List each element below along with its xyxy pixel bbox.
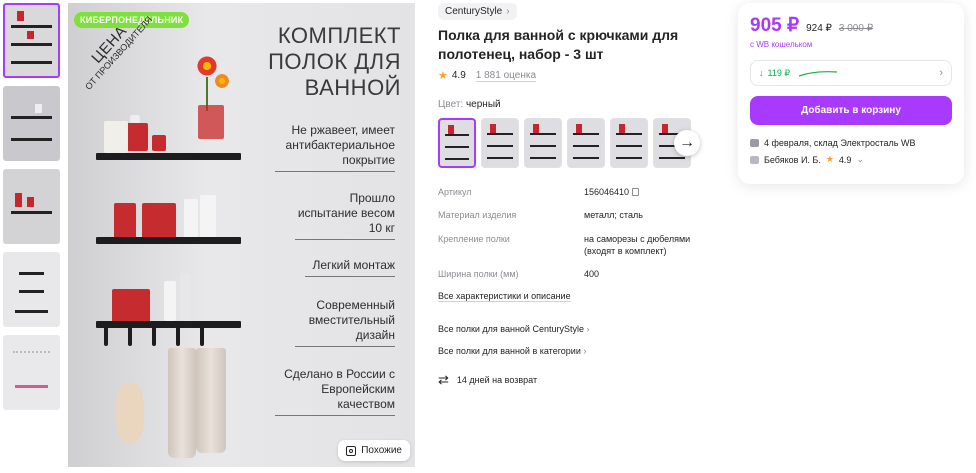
flower-icon [214,73,230,89]
seller-icon [750,155,759,164]
delivery-icon [750,139,759,147]
shelf-2 [96,237,241,244]
category-link[interactable]: Все полки для ванной в категории › [438,346,728,356]
thumbnail-4[interactable] [3,252,60,327]
chevron-right-icon: › [583,346,587,356]
rating-row: ★ 4.9 1 881 оценка [438,69,537,82]
thumbnail-1[interactable] [3,3,60,78]
spec-row: Материал изделия металл; сталь [438,210,643,220]
reviews-link[interactable]: 1 881 оценка [475,70,537,82]
main-product-image[interactable]: КИБЕРПОНЕДЕЛЬНИК ЦЕНА ОТ ПРОИЗВОДИТЕЛЯ К… [68,3,415,467]
chevron-right-icon: › [939,67,943,79]
star-icon: ★ [825,154,834,164]
variant-2[interactable] [481,118,519,168]
current-price: 905 ₽ [750,15,800,36]
feature-4: Современный вместительный дизайн [295,298,395,347]
seller-info[interactable]: Бебяков И. Б. ★ 4.9 ⌄ [750,154,952,165]
returns-info[interactable]: ⇄ 14 дней на возврат [438,372,728,388]
variants-next-button[interactable]: → [674,130,700,156]
chevron-down-icon: ⌄ [856,154,864,164]
variant-4[interactable] [567,118,605,168]
wallet-note: с WB кошельком [750,40,813,49]
feature-1: Не ржавеет, имеет антибактериальное покр… [275,123,395,172]
search-similar-icon [346,445,357,456]
shelf-1 [96,153,241,160]
variant-1[interactable] [438,118,476,168]
chevron-right-icon: › [506,6,510,17]
spec-row: Крепление полки на саморезы с дюбелями (… [438,234,691,256]
variant-3[interactable] [524,118,562,168]
cashback-banner[interactable]: ↓ 119 ₽ › [750,60,952,86]
star-icon: ★ [438,70,448,82]
variant-5[interactable] [610,118,648,168]
feature-3: Легкий монтаж [305,258,395,277]
shelf-3 [96,321,241,328]
chevron-right-icon: › [586,324,590,334]
return-icon: ⇄ [438,372,449,387]
spec-row: Ширина полки (мм) 400 [438,269,600,279]
flower-icon [196,55,218,77]
soap-dispenser [126,123,148,151]
color-variants: → [438,118,728,168]
arrow-right-icon: → [679,134,695,151]
thumbnail-5[interactable] [3,335,60,410]
thumbnail-3[interactable] [3,169,60,244]
price-without-wallet: 924 ₽ [806,23,832,34]
crossed-price: 3 000 ₽ [838,23,874,34]
feature-2: Прошло испытание весом 10 кг [295,191,395,240]
product-info: CenturyStyle › Полка для ванной с крючка… [438,0,728,388]
specs-table: Артикул 156046410 Материал изделия метал… [438,186,728,302]
all-specs-link[interactable]: Все характеристики и описание [438,291,571,302]
product-title: Полка для ванной с крючками для полотене… [438,27,679,62]
image-title: КОМПЛЕКТ ПОЛОК ДЛЯ ВАННОЙ [268,23,401,100]
price-card: 905 ₽ 924 ₽ 3 000 ₽ с WB кошельком ↓ 119… [738,3,964,184]
brand-link[interactable]: CenturyStyle › [438,3,517,20]
feature-5: Сделано в России с Европейским качеством [275,367,395,416]
similar-button[interactable]: Похожие [338,440,410,461]
arrow-down-icon: ↓ [759,68,764,78]
thumbnail-list [3,3,61,418]
spec-row: Артикул 156046410 [438,186,728,198]
delivery-info: 4 февраля, склад Электросталь WB [750,138,952,148]
add-to-cart-button[interactable]: Добавить в корзину [750,96,952,125]
copy-icon[interactable] [632,188,640,196]
color-label: Цвет: черный [438,99,501,110]
brand-category-link[interactable]: Все полки для ванной CenturyStyle › [438,324,728,334]
thumbnail-2[interactable] [3,86,60,161]
towel [168,348,196,458]
trend-line-icon [798,71,838,77]
price-row: 905 ₽ 924 ₽ 3 000 ₽ [750,14,952,37]
